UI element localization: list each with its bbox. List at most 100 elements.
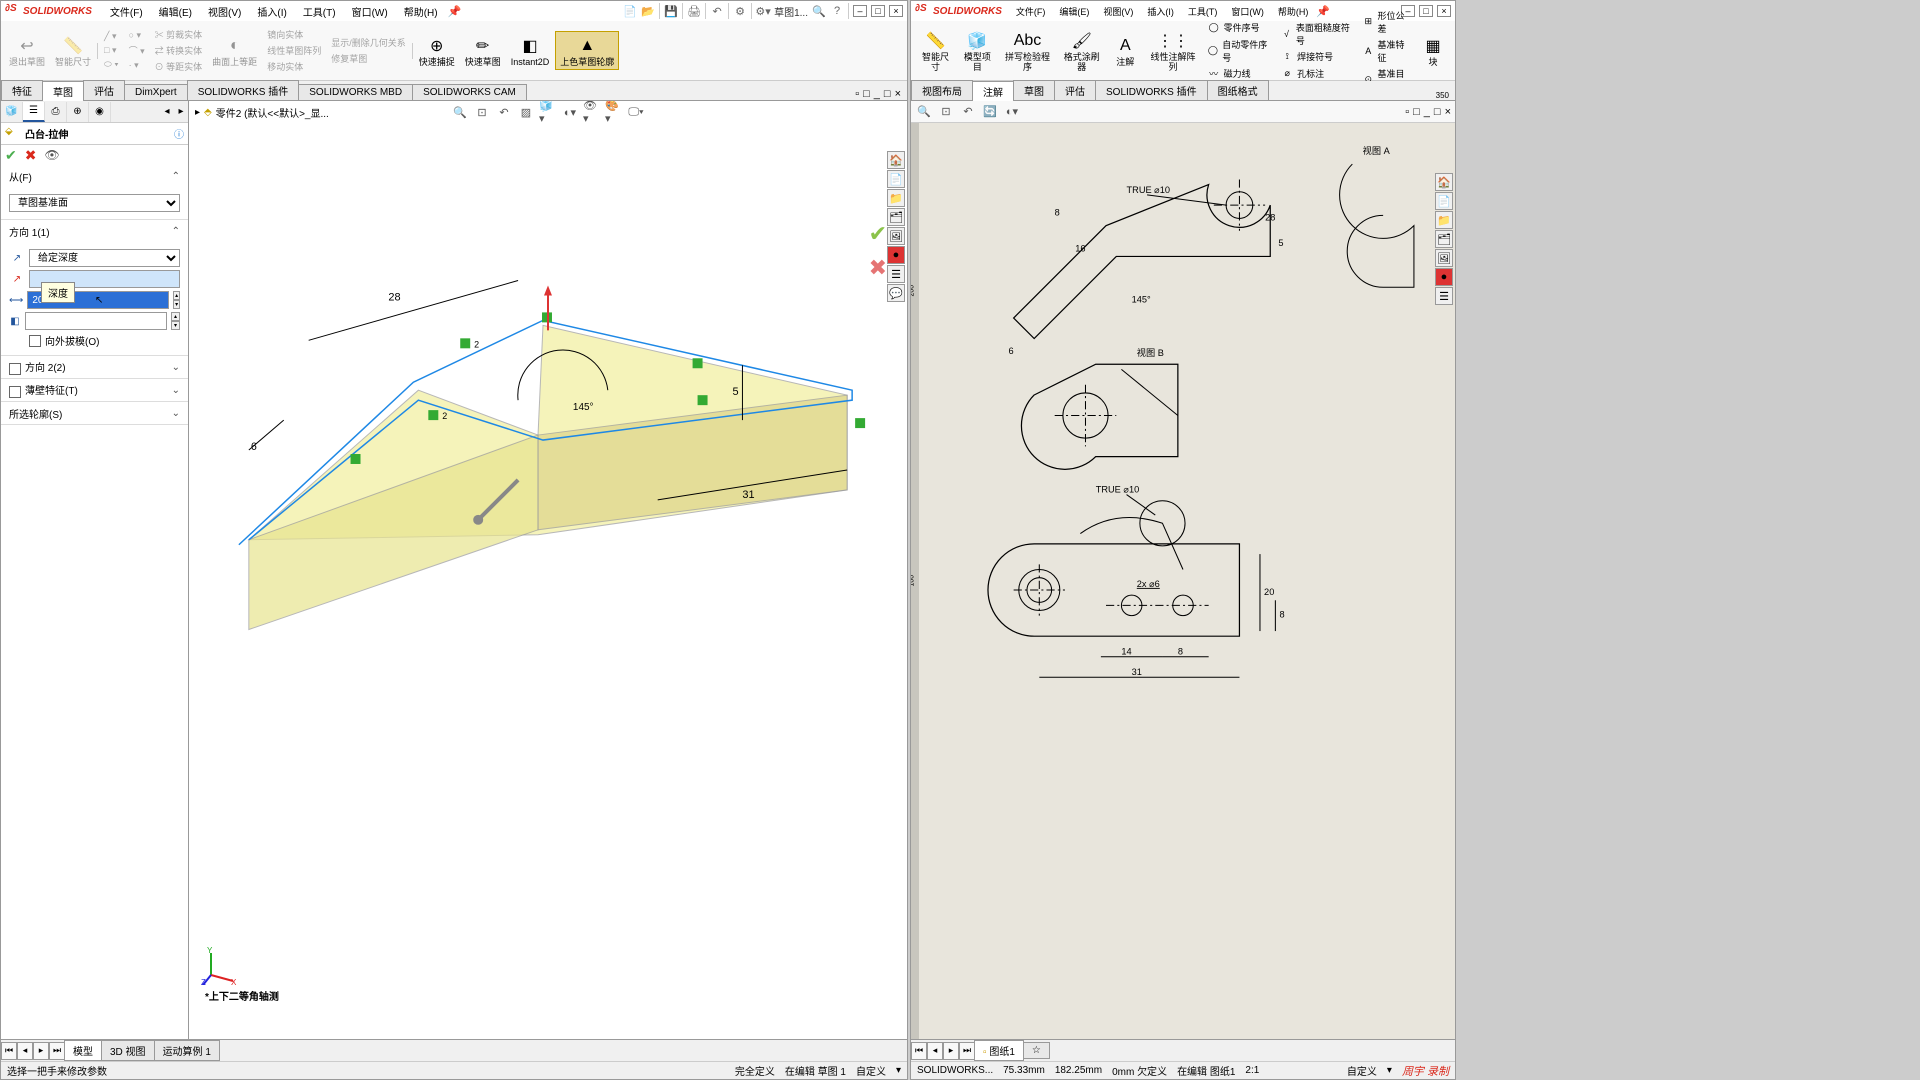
pin-icon[interactable]: 📌 [448, 5, 462, 18]
help-icon[interactable]: ? [830, 4, 844, 18]
rtab-annot[interactable]: 注解 [972, 81, 1014, 101]
rmenu-tools[interactable]: 工具(T) [1184, 3, 1222, 20]
rclose-button[interactable]: × [1437, 5, 1451, 17]
proptab-config[interactable]: ⎙ [45, 102, 67, 122]
menu-help[interactable]: 帮助(H) [400, 2, 442, 21]
zoom-area-icon[interactable]: ⊡ [473, 103, 491, 121]
rtab-sketch[interactable]: 草图 [1013, 80, 1055, 100]
edit-appear-icon[interactable]: 🎨▾ [605, 103, 623, 121]
doc-minimize-icon[interactable]: ▫ [855, 88, 859, 100]
shaded-sketch-button[interactable]: ▲上色草图轮廓 [555, 31, 619, 71]
view-orient-icon[interactable]: 🧊▾ [539, 103, 557, 121]
btm-last[interactable]: ⏭ [49, 1042, 65, 1060]
rtab-addins[interactable]: SOLIDWORKS 插件 [1095, 80, 1208, 100]
doc-min-icon[interactable]: _ [874, 88, 880, 100]
menu-window[interactable]: 窗口(W) [348, 2, 392, 21]
depth-up[interactable]: ▴ [173, 291, 180, 300]
proptab-display[interactable]: ⊕ [67, 102, 89, 122]
section-from-header[interactable]: 从(F)⌃ [1, 165, 188, 187]
btm-prev[interactable]: ◂ [17, 1042, 33, 1060]
save-icon[interactable]: 💾 [664, 4, 678, 18]
rtab-eval[interactable]: 评估 [1054, 80, 1096, 100]
options-icon[interactable]: ⚙ [733, 4, 747, 18]
tab-features[interactable]: 特征 [1, 80, 43, 100]
tab-sw-addins[interactable]: SOLIDWORKS 插件 [187, 80, 300, 100]
rmenu-insert[interactable]: 插入(I) [1143, 3, 1178, 20]
preview-button[interactable]: 👁 [44, 148, 59, 162]
dir1-type-select[interactable]: 给定深度 [29, 249, 180, 267]
minimize-button[interactable]: – [853, 5, 867, 17]
proptab-appearance[interactable]: ◉ [89, 102, 111, 122]
section-contour-header[interactable]: 所选轮廓(S)⌄ [1, 402, 188, 424]
prop-nav-next[interactable]: ▸ [174, 102, 188, 122]
doc-max-icon[interactable]: □ [884, 88, 891, 100]
rsheet-tab[interactable]: ▫ 图纸1 [974, 1040, 1024, 1061]
rdoc-rest[interactable]: □ [1413, 106, 1420, 118]
tab-sw-mbd[interactable]: SOLIDWORKS MBD [298, 84, 413, 100]
rmenu-help[interactable]: 帮助(H) [1274, 3, 1313, 20]
open-icon[interactable]: 📂 [641, 4, 655, 18]
rdoc-close[interactable]: × [1445, 106, 1451, 118]
tab-dimxpert[interactable]: DimXpert [124, 84, 188, 100]
menu-view[interactable]: 视图(V) [204, 2, 245, 21]
rmenu-view[interactable]: 视图(V) [1099, 3, 1137, 20]
btm-tab-3dview[interactable]: 3D 视图 [101, 1040, 155, 1061]
rmenu-file[interactable]: 文件(F) [1012, 3, 1050, 20]
tab-sw-cam[interactable]: SOLIDWORKS CAM [412, 84, 527, 100]
r-note[interactable]: A注解 [1107, 32, 1143, 70]
rmenu-window[interactable]: 窗口(W) [1227, 3, 1268, 20]
menu-file[interactable]: 文件(F) [106, 2, 147, 21]
prop-nav-prev[interactable]: ◂ [160, 102, 174, 122]
drawing-viewport[interactable]: 200 100 🏠 📄 📁 🗂 🖼 ● ☰ TRUE ⌀10 [911, 123, 1455, 1039]
menu-tools[interactable]: 工具(T) [299, 2, 340, 21]
cancel-button[interactable]: ✖ [25, 147, 37, 164]
r-spellcheck[interactable]: Abc拼写检验程序 [999, 27, 1056, 75]
draft-icon[interactable]: ◧ [9, 313, 21, 329]
confirm-ok-icon[interactable]: ✔ [869, 221, 887, 247]
quick-sketch-button[interactable]: ✏快速草图 [461, 32, 505, 70]
section-dir1-header[interactable]: 方向 1(1)⌃ [1, 220, 188, 242]
prop-help-icon[interactable]: ⓘ [174, 126, 184, 141]
status-unit-icon[interactable]: ▾ [896, 1065, 901, 1076]
r-zoom-fit[interactable]: 🔍 [915, 103, 933, 121]
doc-restore-icon[interactable]: □ [863, 88, 870, 100]
reverse-dir-icon[interactable]: ↗ [9, 250, 25, 266]
rdoc-max[interactable]: □ [1434, 106, 1441, 118]
r-block[interactable]: ▦块 [1415, 32, 1451, 70]
proptab-property[interactable]: ☰ [23, 102, 45, 122]
quick-snap-button[interactable]: ⊕快速捕捉 [415, 32, 459, 70]
rdoc-min2[interactable]: _ [1424, 106, 1430, 118]
prev-view-icon[interactable]: ↶ [495, 103, 513, 121]
from-plane-select[interactable]: 草图基准面 [9, 194, 180, 212]
model-viewport[interactable]: ▸ ⬘ 零件2 (默认<<默认>_显... 🔍 ⊡ ↶ ▨ 🧊▾ ◐▾ 👁▾ 🎨… [189, 101, 907, 1039]
r-format-painter[interactable]: 🖌格式涂刷器 [1057, 27, 1106, 75]
gear-icon[interactable]: ⚙▾ [756, 4, 770, 18]
rtab-sheetfmt[interactable]: 图纸格式 [1207, 80, 1269, 100]
rdoc-min[interactable]: ▫ [1405, 106, 1409, 118]
section-icon[interactable]: ▨ [517, 103, 535, 121]
proptab-feature-tree[interactable]: 🧊 [1, 102, 23, 122]
btm-first[interactable]: ⏮ [1, 1042, 17, 1060]
breadcrumb[interactable]: ▸ ⬘ 零件2 (默认<<默认>_显... [195, 105, 329, 120]
hide-show-icon[interactable]: 👁▾ [583, 103, 601, 121]
btm-tab-motion[interactable]: 运动算例 1 [154, 1040, 220, 1061]
rtab-layout[interactable]: 视图布局 [911, 80, 973, 100]
rmax-button[interactable]: □ [1419, 5, 1433, 17]
tab-sketch[interactable]: 草图 [42, 81, 84, 101]
btm-tab-model[interactable]: 模型 [64, 1040, 102, 1061]
rmenu-edit[interactable]: 编辑(E) [1055, 3, 1093, 20]
draft-outward-checkbox[interactable] [29, 335, 41, 347]
close-button[interactable]: × [889, 5, 903, 17]
apply-scene-icon[interactable]: 🖵▾ [627, 103, 645, 121]
maximize-button[interactable]: □ [871, 5, 885, 17]
r-style[interactable]: ◐▾ [1003, 103, 1021, 121]
menu-edit[interactable]: 编辑(E) [155, 2, 196, 21]
doc-close-icon[interactable]: × [895, 88, 901, 100]
confirm-cancel-icon[interactable]: ✖ [869, 255, 887, 281]
draft-angle-input[interactable] [25, 312, 167, 330]
r-prev-view[interactable]: ↶ [959, 103, 977, 121]
depth-down[interactable]: ▾ [173, 300, 180, 309]
search-icon[interactable]: 🔍 [812, 4, 826, 18]
dir-axis-icon[interactable]: ↗ [9, 271, 25, 287]
btm-next[interactable]: ▸ [33, 1042, 49, 1060]
